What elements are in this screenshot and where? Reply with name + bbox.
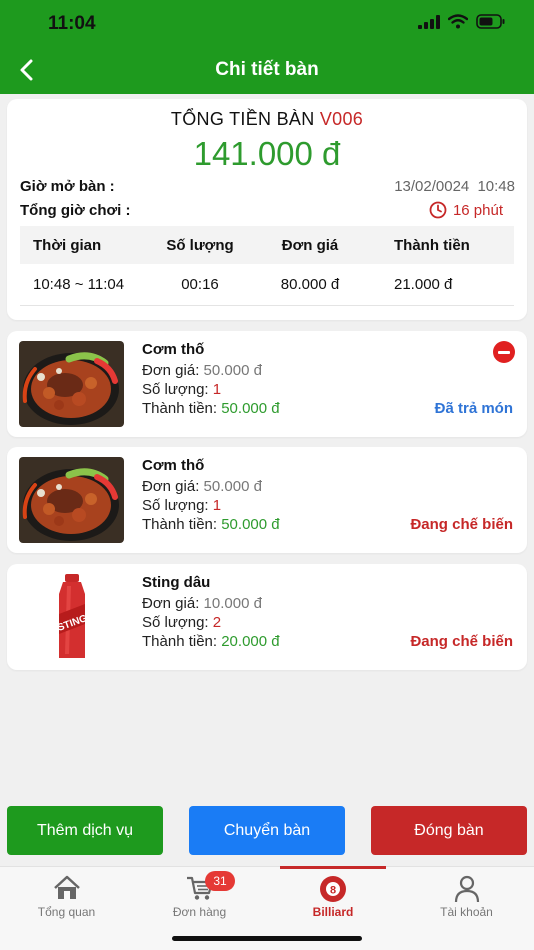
tab-overview[interactable]: Tổng quan (0, 867, 133, 927)
billiard-ball-icon: 8 (320, 876, 346, 902)
claypot-rice-photo (19, 341, 124, 427)
table-row: 10:48 ~ 11:04 00:16 80.000 đ 21.000 đ (20, 264, 514, 306)
item-name: Sting dâu (142, 574, 211, 591)
home-icon (53, 875, 80, 899)
svg-text:8: 8 (330, 885, 336, 897)
table-summary-card: TỔNG TIỀN BÀN V006 141.000 đ Giờ mở bàn … (7, 99, 527, 320)
item-amount: Thành tiền: 50.000 đ (142, 400, 280, 417)
item-status: Đang chế biến (410, 516, 513, 533)
open-time-label: Giờ mở bàn : (20, 178, 115, 195)
open-datetime: 13/02/0024 10:48 (394, 178, 515, 195)
nav-bar: Chi tiết bàn (0, 48, 534, 94)
orders-count-badge: 31 (205, 871, 235, 891)
item-status: Đã trả món (434, 400, 513, 417)
item-amount: Thành tiền: 50.000 đ (142, 516, 280, 533)
item-quantity: Số lượng: 1 (142, 497, 222, 514)
time-billing-table: Thời gian Số lượng Đơn giá Thành tiền 10… (20, 226, 514, 306)
order-item[interactable]: Cơm thố Đơn giá: 50.000 đ Số lượng: 1 Th… (7, 447, 527, 553)
table-header: Thời gian Số lượng Đơn giá Thành tiền (20, 226, 514, 264)
table-code: V006 (319, 109, 364, 129)
item-quantity: Số lượng: 1 (142, 381, 222, 398)
active-tab-indicator (280, 866, 386, 869)
user-icon (454, 875, 479, 903)
play-duration: 16 phút (429, 201, 503, 219)
item-price: Đơn giá: 50.000 đ (142, 362, 262, 379)
sting-bottle-photo: STING (19, 574, 124, 660)
item-status: Đang chế biến (410, 633, 513, 650)
close-table-button[interactable]: Đóng bàn (371, 806, 527, 855)
item-price: Đơn giá: 10.000 đ (142, 595, 262, 612)
item-amount: Thành tiền: 20.000 đ (142, 633, 280, 650)
order-item[interactable]: Cơm thố Đơn giá: 50.000 đ Số lượng: 1 Th… (7, 331, 527, 437)
summary-heading: TỔNG TIỀN BÀN V006 (170, 109, 364, 129)
total-amount: 141.000 đ (193, 135, 341, 172)
tab-account[interactable]: Tài khoản (400, 867, 533, 927)
tab-orders[interactable]: 31 Đơn hàng (133, 867, 266, 927)
order-item[interactable]: STING Sting dâu Đơn giá: 10.000 đ Số lượ… (7, 564, 527, 670)
wifi-icon (448, 14, 468, 29)
clock-icon (429, 201, 447, 219)
tab-billiard[interactable]: 8 Billiard (280, 866, 386, 927)
item-name: Cơm thố (142, 457, 205, 474)
status-bar: 11:04 (0, 0, 534, 48)
claypot-rice-photo (19, 457, 124, 543)
remove-item-icon[interactable] (493, 341, 515, 363)
item-price: Đơn giá: 50.000 đ (142, 478, 262, 495)
page-title: Chi tiết bàn (215, 59, 319, 80)
item-quantity: Số lượng: 2 (142, 614, 222, 631)
home-indicator (172, 936, 362, 941)
add-service-button[interactable]: Thêm dịch vụ (7, 806, 163, 855)
move-table-button[interactable]: Chuyển bàn (189, 806, 345, 855)
play-time-label: Tổng giờ chơi : (20, 202, 131, 219)
signal-icon (418, 14, 440, 29)
item-name: Cơm thố (142, 341, 205, 358)
status-time: 11:04 (48, 13, 96, 34)
battery-icon (476, 14, 505, 29)
